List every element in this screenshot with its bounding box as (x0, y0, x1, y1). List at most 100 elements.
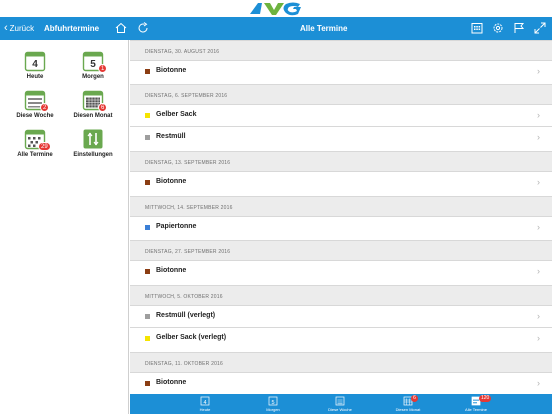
bin-color-swatch (145, 314, 150, 319)
day-header: DIENSTAG, 13. SEPTEMBER 2016 (130, 151, 552, 171)
svg-text:4: 4 (203, 400, 206, 406)
logo-bar (0, 0, 552, 17)
chevron-right-icon: › (537, 110, 540, 120)
page-title: Alle Termine (300, 24, 348, 33)
list-item[interactable]: Papiertonne › (130, 216, 552, 238)
bin-color-swatch (145, 180, 150, 185)
day-date: MITTWOCH, 5. OKTOBER 2016 (145, 294, 223, 300)
home-icon[interactable] (114, 21, 128, 35)
chevron-right-icon: › (537, 66, 540, 76)
tab-heute[interactable]: 4 Heute (177, 394, 233, 414)
tab-label: Alle Termine (465, 407, 487, 412)
tab-diese-woche[interactable]: Diese Woche (312, 394, 368, 414)
tab-label: Diese Woche (328, 407, 352, 412)
bin-color-swatch (145, 381, 150, 386)
day-header: DIENSTAG, 6. SEPTEMBER 2016 (130, 84, 552, 104)
day-date: DIENSTAG, 6. SEPTEMBER 2016 (145, 93, 228, 99)
bin-color-swatch (145, 135, 150, 140)
back-button[interactable]: ‹ Zurück (4, 17, 34, 40)
chevron-right-icon: › (537, 177, 540, 187)
gear-icon[interactable] (491, 21, 505, 35)
sidebar-item-diese-woche[interactable]: 2 Diese Woche (5, 85, 65, 129)
sidebar-item-label: Alle Termine (17, 152, 53, 158)
tab-alle-termine[interactable]: 120 Alle Termine (448, 394, 504, 414)
sidebar-item-diesen-monat[interactable]: 6 Diesen Monat (63, 85, 123, 129)
chevron-left-icon: ‹ (4, 22, 8, 34)
tab-label: Heute (199, 407, 211, 412)
day-header: DIENSTAG, 30. AUGUST 2016 (130, 40, 552, 60)
calendar-grid-icon[interactable] (470, 21, 484, 35)
bin-color-swatch (145, 269, 150, 274)
sidebar-item-label: Einstellungen (73, 152, 113, 158)
refresh-icon[interactable] (136, 21, 150, 35)
list-item[interactable]: Restmüll (verlegt) › (130, 305, 552, 327)
chevron-right-icon: › (537, 266, 540, 276)
count-badge: 6 (411, 395, 418, 402)
day-header: MITTWOCH, 5. OKTOBER 2016 (130, 285, 552, 305)
list-item-label: Gelber Sack (verlegt) (156, 334, 227, 341)
sidebar-item-label: Morgen (82, 74, 104, 80)
count-badge: 2 (40, 103, 50, 112)
calendar-day-icon: 5 (268, 396, 278, 406)
list-item[interactable]: Gelber Sack (verlegt) › (130, 327, 552, 349)
sidebar-title: Abfuhrtermine (44, 24, 100, 33)
bin-color-swatch (145, 69, 150, 74)
count-badge: 29 (38, 142, 51, 151)
list-item-label: Biotonne (156, 379, 187, 386)
sidebar: 4 Heute 5 1 Morgen 2 Diese Woche 6 Diese… (0, 40, 129, 414)
list-item[interactable]: Gelber Sack › (130, 104, 552, 126)
chevron-right-icon: › (537, 132, 540, 142)
day-date: DIENSTAG, 13. SEPTEMBER 2016 (145, 160, 231, 166)
awg-logo (250, 2, 301, 16)
bin-color-swatch (145, 225, 150, 230)
calendar-day-icon: 4 (200, 396, 210, 406)
list-item[interactable]: Biotonne › (130, 260, 552, 282)
calendar-week-icon (335, 396, 345, 406)
sidebar-item-einstellungen[interactable]: Einstellungen (63, 124, 123, 168)
tab-diesen-monat[interactable]: 6 Diesen Monat (380, 394, 436, 414)
list-item-label: Biotonne (156, 178, 187, 185)
svg-text:4: 4 (32, 59, 38, 70)
list-item-label: Gelber Sack (156, 111, 197, 118)
day-header: DIENSTAG, 27. SEPTEMBER 2016 (130, 240, 552, 260)
list-item-label: Biotonne (156, 67, 187, 74)
expand-icon[interactable] (533, 21, 547, 35)
list-item[interactable]: Biotonne › (130, 60, 552, 82)
list-item-label: Papiertonne (156, 223, 197, 230)
day-date: DIENSTAG, 27. SEPTEMBER 2016 (145, 249, 231, 255)
day-header: MITTWOCH, 14. SEPTEMBER 2016 (130, 196, 552, 216)
list-item-label: Restmüll (verlegt) (156, 312, 216, 319)
back-label: Zurück (9, 24, 35, 33)
calendar-day-icon: 4 (24, 51, 46, 72)
day-date: DIENSTAG, 11. OKTOBER 2016 (145, 361, 224, 367)
list-item[interactable]: Restmüll › (130, 126, 552, 148)
count-badge: 1 (98, 64, 108, 73)
tab-bar: 4 Heute 5 Morgen Diese Woche 6 Diesen Mo… (130, 394, 552, 414)
day-date: MITTWOCH, 14. SEPTEMBER 2016 (145, 205, 233, 211)
settings-sliders-icon (83, 129, 103, 149)
termine-list[interactable]: DIENSTAG, 30. AUGUST 2016 Biotonne › DIE… (130, 40, 552, 394)
count-badge: 6 (98, 103, 108, 112)
list-item-label: Restmüll (156, 133, 186, 140)
list-item-label: Biotonne (156, 267, 187, 274)
sidebar-item-heute[interactable]: 4 Heute (5, 46, 65, 90)
nav-bar: ‹ Zurück Abfuhrtermine Alle Termine (0, 17, 552, 40)
sidebar-item-label: Heute (26, 74, 44, 80)
tab-morgen[interactable]: 5 Morgen (245, 394, 301, 414)
list-item[interactable]: Biotonne › (130, 171, 552, 193)
sidebar-item-alle-termine[interactable]: 29 Alle Termine (5, 124, 65, 168)
count-badge: 120 (479, 395, 492, 402)
chevron-right-icon: › (537, 333, 540, 343)
day-date: DIENSTAG, 30. AUGUST 2016 (145, 49, 220, 55)
sidebar-item-label: Diesen Monat (73, 113, 113, 119)
bin-color-swatch (145, 113, 150, 118)
chevron-right-icon: › (537, 311, 540, 321)
sidebar-item-label: Diese Woche (16, 113, 54, 119)
list-item[interactable]: Biotonne › (130, 372, 552, 394)
day-header: DIENSTAG, 11. OKTOBER 2016 (130, 352, 552, 372)
tab-label: Morgen (266, 407, 280, 412)
chevron-right-icon: › (537, 222, 540, 232)
svg-text:5: 5 (90, 59, 96, 70)
flag-icon[interactable] (512, 21, 526, 35)
sidebar-item-morgen[interactable]: 5 1 Morgen (63, 46, 123, 90)
